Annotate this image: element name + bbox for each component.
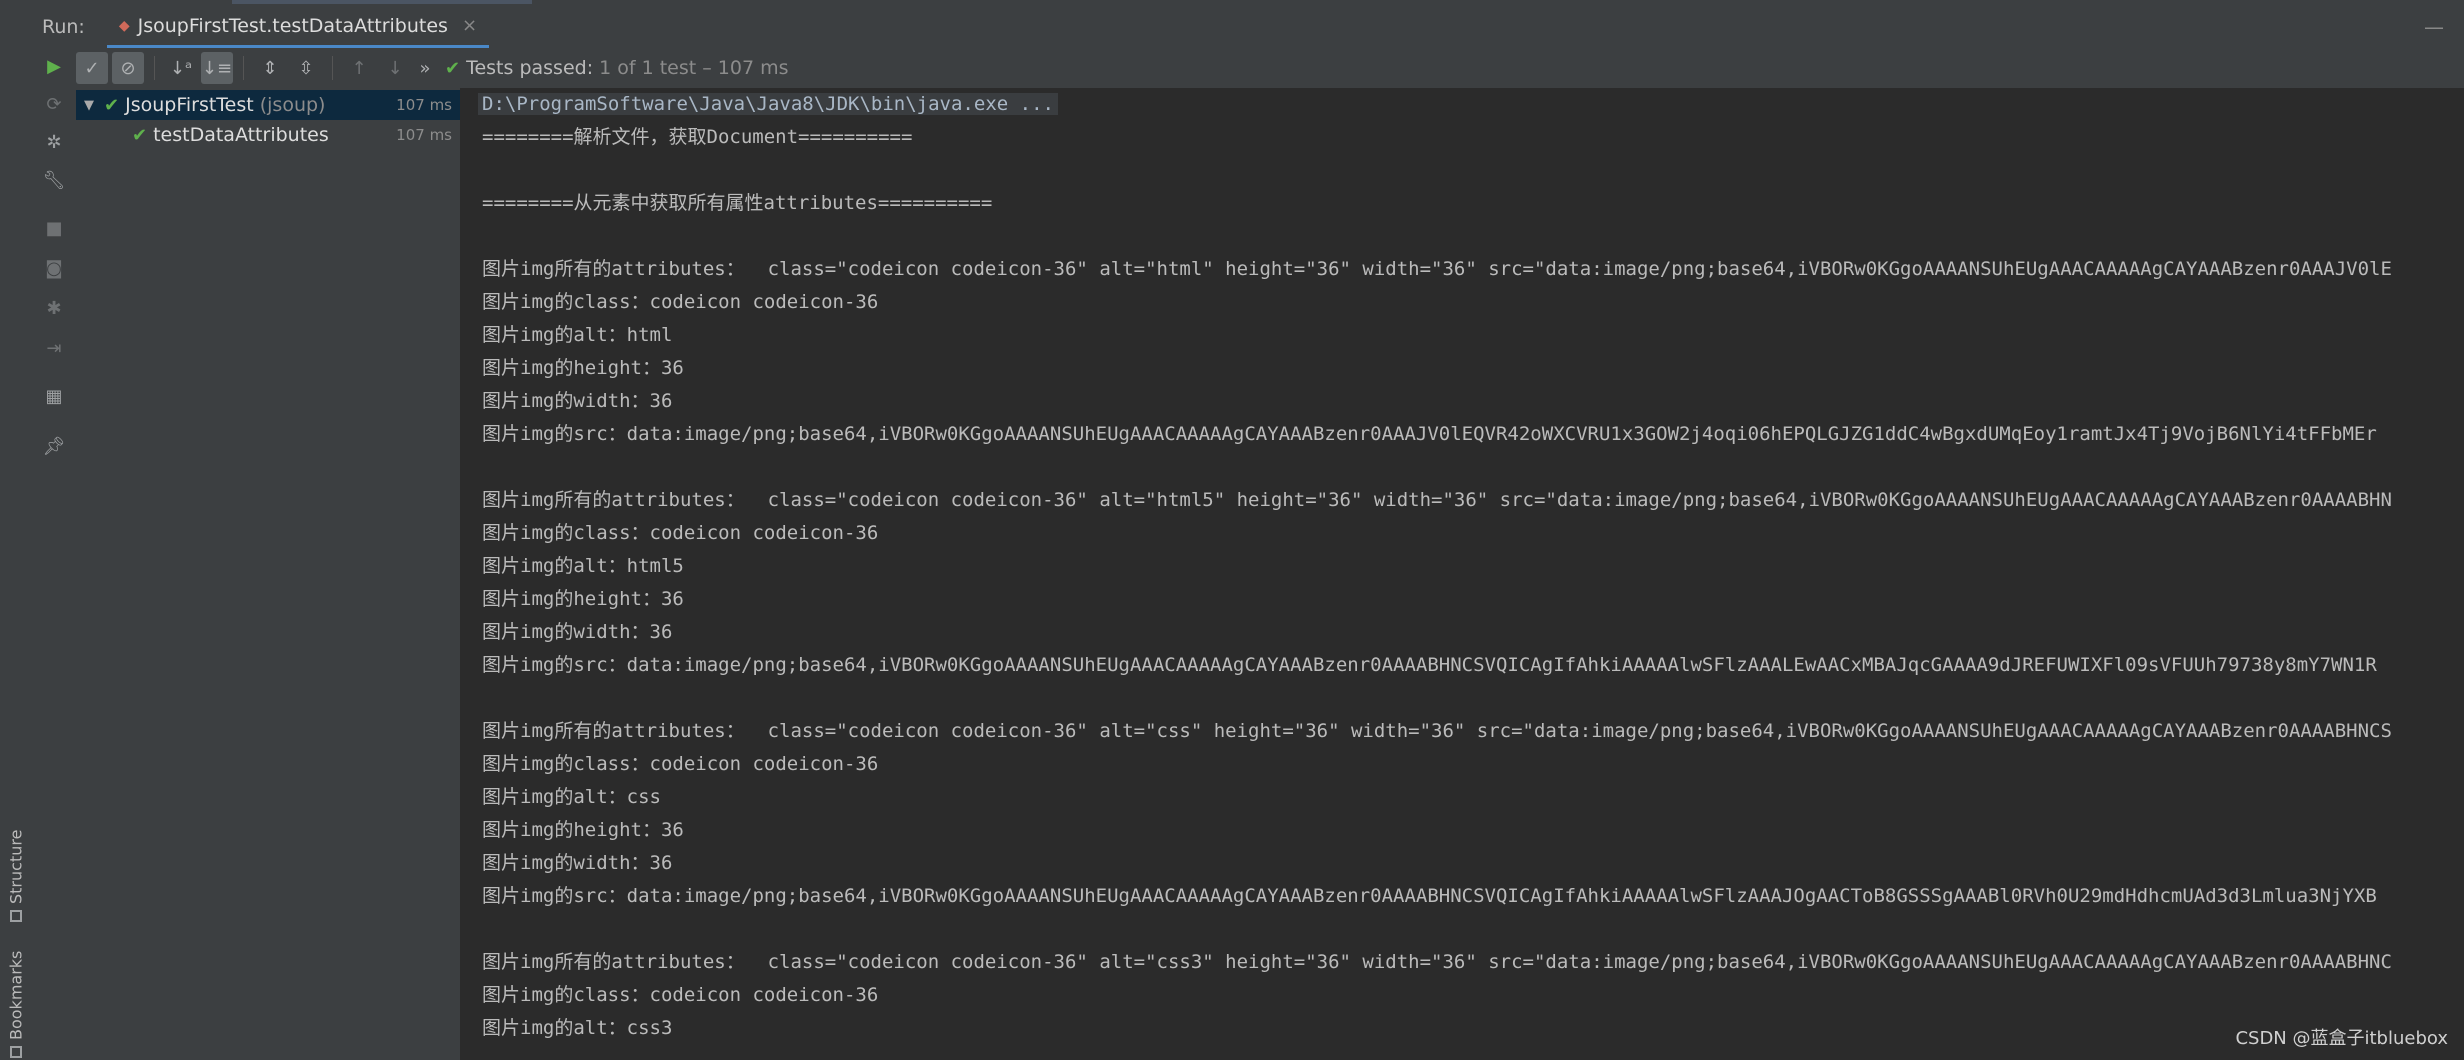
close-icon[interactable]: × [462,15,477,36]
console-line: D:\ProgramSoftware\Java\Java8\JDK\bin\ja… [478,88,1058,121]
console-line: ========从元素中获取所有属性attributes========== [482,192,993,214]
console-line: 图片img所有的attributes： class="codeicon code… [482,951,2392,973]
status-summary: 1 of 1 test – 107 ms [599,57,789,79]
wrench-icon[interactable]: 🔧︎ [42,168,66,192]
debug-icon[interactable]: ✲ [42,130,66,154]
console-line: 图片img所有的attributes： class="codeicon code… [482,720,2392,742]
console-line: 图片img的alt：css [482,786,661,808]
watermark: CSDN @蓝盒子itbluebox [2235,1028,2448,1049]
console-line: 图片img的class：codeicon codeicon-36 [482,522,879,544]
structure-side-tab[interactable]: Structure [4,822,28,922]
test-tree: ▼ ✔ JsoupFirstTest (jsoup) 107 ms ✔ test… [76,88,461,1060]
structure-tab-label: Structure [6,829,26,904]
next-failed-icon[interactable]: ↓ [379,52,411,84]
bookmarks-tab-label: Bookmarks [6,950,26,1040]
console-line: 图片img的alt：html5 [482,555,684,577]
status-label: Tests passed: [466,57,594,79]
bookmarks-side-tab[interactable]: Bookmarks [4,950,28,1058]
stop-icon[interactable]: ■ [42,216,66,240]
console-line: 图片img的src：data:image/png;base64,iVBORw0K… [482,423,2377,445]
show-passed-icon[interactable]: ✓ [76,52,108,84]
toolbar-divider [243,56,244,80]
console-output[interactable]: D:\ProgramSoftware\Java\Java8\JDK\bin\ja… [461,88,2464,1060]
console-line: 图片img的alt：css3 [482,1017,673,1039]
console-line: 图片img的alt：html [482,324,673,346]
exit-icon[interactable]: ⇥ [42,336,66,360]
console-line: 图片img所有的attributes： class="codeicon code… [482,489,2392,511]
layout-icon[interactable]: ▦ [42,384,66,408]
run-side-toolbar: ▶ ⟳ ✲ 🔧︎ ■ ◙ ✱ ⇥ ▦ 📌︎ [32,48,77,1060]
rerun-failed-icon[interactable]: ⟳ [42,92,66,116]
rerun-icon[interactable]: ▶ [42,54,66,78]
run-header: Run: ◆ JsoupFirstTest.testDataAttributes… [32,6,2464,49]
camera-icon[interactable]: ◙ [42,256,66,280]
console-line: 图片img的height：36 [482,819,684,841]
tree-item-test[interactable]: ✔ testDataAttributes 107 ms [76,120,460,150]
passed-check-icon: ✔ [132,124,148,146]
structure-icon [10,910,22,922]
console-line: 图片img所有的attributes： class="codeicon code… [482,258,2392,280]
console-line: 图片img的class：codeicon codeicon-36 [482,753,879,775]
minimize-icon[interactable]: — [2424,15,2446,39]
run-label: Run: [42,16,85,38]
test-toolbar: ✓ ⊘ ↓ᵃ ↓≡ ⇕ ⇳ ↑ ↓ » ✔ Tests passed: 1 of… [76,48,2464,89]
run-config-icon: ◆ [118,17,130,34]
left-tool-strip: Structure Bookmarks [0,0,33,1060]
java-command[interactable]: D:\ProgramSoftware\Java\Java8\JDK\bin\ja… [478,93,1058,115]
console-line: 图片img的height：36 [482,357,684,379]
tree-item-package: (jsoup) [259,94,326,116]
bookmarks-icon [10,1046,22,1058]
sort-alpha-icon[interactable]: ↓ᵃ [165,52,197,84]
expand-all-icon[interactable]: ⇕ [254,52,286,84]
console-line: 图片img的height：36 [482,588,684,610]
run-config-tab[interactable]: ◆ JsoupFirstTest.testDataAttributes × [106,6,490,48]
toolbar-divider [154,56,155,80]
chevron-down-icon[interactable]: ▼ [84,98,98,113]
passed-check-icon: ✔ [104,94,120,116]
tree-item-name: testDataAttributes [153,124,329,146]
console-line: 图片img的src：data:image/png;base64,iVBORw0K… [482,654,2377,676]
console-line: 图片img的class：codeicon codeicon-36 [482,984,879,1006]
prev-failed-icon[interactable]: ↑ [343,52,375,84]
collapse-all-icon[interactable]: ⇳ [290,52,322,84]
pin-icon[interactable]: 📌︎ [42,434,66,458]
console-line: 图片img的width：36 [482,852,673,874]
console-line: 图片img的width：36 [482,390,673,412]
sort-duration-icon[interactable]: ↓≡ [201,52,233,84]
console-line: 图片img的class：codeicon codeicon-36 [482,291,879,313]
top-edge-mark [232,0,532,4]
tree-item-time: 107 ms [396,96,452,114]
console-line: ========解析文件，获取Document========== [482,126,913,148]
tree-item-name: JsoupFirstTest [125,94,254,116]
passed-check-icon: ✔ [445,57,461,79]
show-ignored-icon[interactable]: ⊘ [112,52,144,84]
tree-item-suite[interactable]: ▼ ✔ JsoupFirstTest (jsoup) 107 ms [76,90,460,120]
tree-item-time: 107 ms [396,126,452,144]
run-tab-title: JsoupFirstTest.testDataAttributes [137,14,448,37]
toolbar-divider [332,56,333,80]
console-line: 图片img的src：data:image/png;base64,iVBORw0K… [482,885,2377,907]
test-status: ✔ Tests passed: 1 of 1 test – 107 ms [445,57,789,79]
bug-icon[interactable]: ✱ [42,296,66,320]
console-line: 图片img的width：36 [482,621,673,643]
more-icon[interactable]: » [415,52,435,84]
